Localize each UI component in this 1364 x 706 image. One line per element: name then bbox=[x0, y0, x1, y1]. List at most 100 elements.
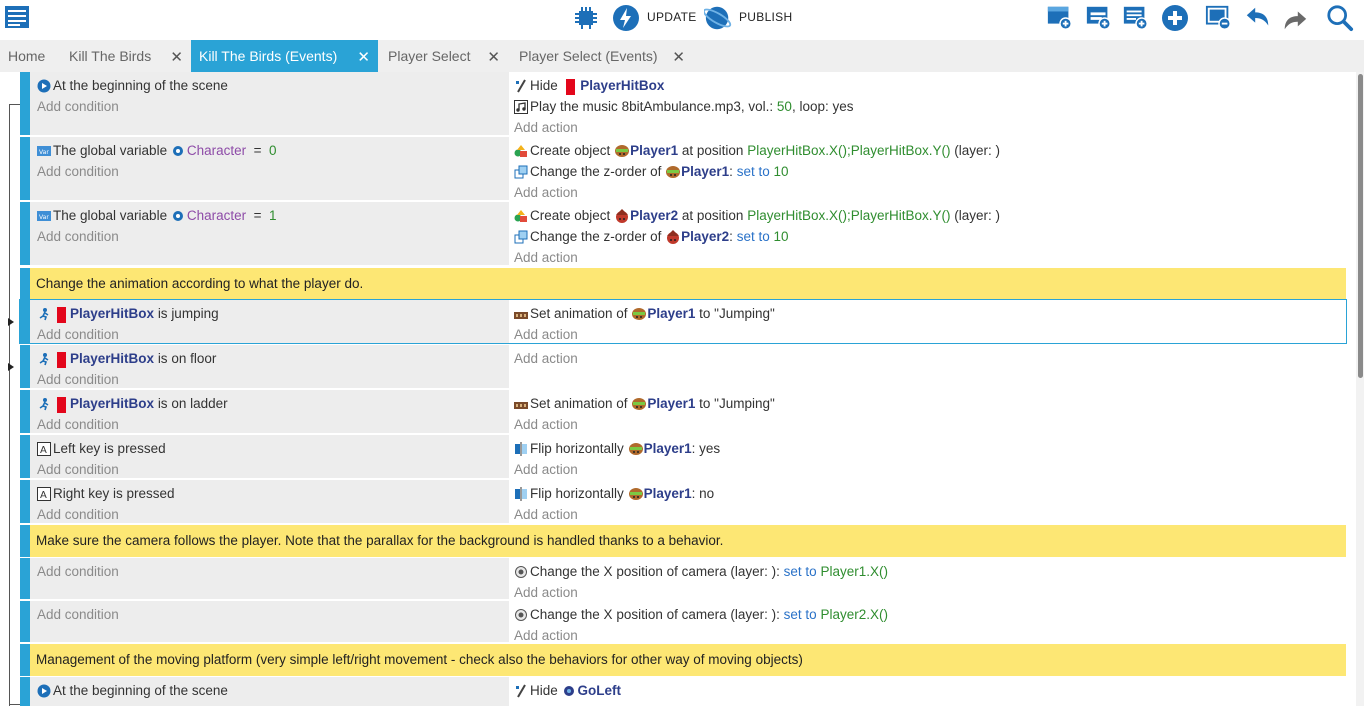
add-condition-button[interactable]: Add condition bbox=[37, 324, 509, 345]
add-condition-button[interactable]: Add condition bbox=[37, 561, 509, 582]
comment-text[interactable]: Make sure the camera follows the player.… bbox=[36, 533, 723, 548]
comment-text[interactable]: Change the animation according to what t… bbox=[36, 276, 363, 291]
add-action-button[interactable]: Add action bbox=[514, 625, 1346, 646]
tab-kill-the-birds[interactable]: Kill The Birds ✕ bbox=[61, 40, 191, 72]
condition[interactable]: At the beginning of the scene bbox=[37, 75, 509, 96]
event-handle[interactable] bbox=[20, 558, 30, 599]
event-row[interactable]: At the beginning of the scene Add condit… bbox=[20, 72, 1346, 135]
add-subevent-icon[interactable] bbox=[1085, 4, 1113, 32]
add-action-button[interactable]: Add action bbox=[514, 504, 1346, 525]
publish-icon[interactable] bbox=[704, 4, 732, 32]
redo-icon[interactable] bbox=[1281, 4, 1309, 32]
add-event-icon[interactable] bbox=[1046, 4, 1074, 32]
event-row[interactable]: Var The global variable Character = 0 Ad… bbox=[20, 137, 1346, 200]
search-icon[interactable] bbox=[1326, 4, 1354, 32]
condition[interactable]: PlayerHitBox is on ladder bbox=[37, 393, 509, 414]
add-action-button[interactable]: Add action bbox=[514, 182, 1346, 203]
action[interactable]: Create object Player1 at position Player… bbox=[514, 140, 1346, 161]
publish-button[interactable]: PUBLISH bbox=[739, 10, 792, 24]
debugger-icon[interactable] bbox=[572, 4, 600, 32]
add-condition-button[interactable]: Add condition bbox=[37, 504, 509, 525]
add-action-button[interactable]: Add action bbox=[514, 324, 1346, 345]
scrollbar-thumb[interactable] bbox=[1358, 74, 1363, 378]
add-condition-button[interactable]: Add condition bbox=[37, 226, 509, 247]
event-row[interactable]: At the beginning of the scene Hide GoLef… bbox=[20, 677, 1346, 706]
close-icon[interactable]: ✕ bbox=[357, 48, 370, 66]
action[interactable]: Hide GoLeft bbox=[514, 680, 1346, 701]
event-row[interactable]: A Left key is pressed Add condition Flip… bbox=[20, 435, 1346, 478]
event-row[interactable]: PlayerHitBox is jumping Add condition Se… bbox=[19, 299, 1347, 345]
close-icon[interactable]: ✕ bbox=[170, 48, 183, 66]
add-condition-button[interactable]: Add condition bbox=[37, 96, 509, 117]
event-handle[interactable] bbox=[20, 480, 30, 523]
event-row[interactable]: PlayerHitBox is on ladder Add condition … bbox=[20, 390, 1346, 433]
comment-row[interactable]: Change the animation according to what t… bbox=[20, 268, 1346, 300]
event-row[interactable]: Var The global variable Character = 1 Ad… bbox=[20, 202, 1346, 265]
action[interactable]: Hide PlayerHitBox bbox=[514, 75, 1346, 96]
delete-selection-icon[interactable] bbox=[1205, 4, 1233, 32]
event-row[interactable]: A Right key is pressed Add condition Fli… bbox=[20, 480, 1346, 523]
tab-kill-the-birds-events[interactable]: Kill The Birds (Events) ✕ bbox=[191, 40, 378, 72]
event-row[interactable]: Add condition Change the X position of c… bbox=[20, 558, 1346, 600]
update-button[interactable]: UPDATE bbox=[647, 10, 697, 24]
action[interactable]: Create object Player2 at position Player… bbox=[514, 205, 1346, 226]
undo-icon[interactable] bbox=[1244, 4, 1272, 32]
action[interactable]: Flip horizontally Player1 : yes bbox=[514, 438, 1346, 459]
tab-player-select[interactable]: Player Select ✕ bbox=[380, 40, 508, 72]
event-handle[interactable] bbox=[20, 601, 30, 642]
add-condition-button[interactable]: Add condition bbox=[37, 459, 509, 480]
event-handle[interactable] bbox=[20, 677, 30, 706]
condition[interactable]: At the beginning of the scene bbox=[37, 680, 509, 701]
add-action-button[interactable]: Add action bbox=[514, 582, 1346, 603]
action[interactable]: Change the z-order of Player1 : set to 1… bbox=[514, 161, 1346, 182]
vertical-scrollbar[interactable] bbox=[1356, 72, 1364, 706]
event-handle[interactable] bbox=[20, 644, 30, 676]
project-manager-icon[interactable] bbox=[4, 4, 32, 32]
add-more-icon[interactable] bbox=[1161, 4, 1189, 32]
event-handle[interactable] bbox=[20, 345, 30, 388]
collapse-arrow-icon[interactable] bbox=[8, 363, 14, 371]
add-condition-button[interactable]: Add condition bbox=[37, 161, 509, 182]
add-comment-icon[interactable] bbox=[1122, 4, 1150, 32]
event-row[interactable]: Add condition Change the X position of c… bbox=[20, 601, 1346, 643]
action[interactable]: Set animation of Player1 to "Jumping" bbox=[514, 393, 1346, 414]
action[interactable]: Flip horizontally Player1 : no bbox=[514, 483, 1346, 504]
event-handle[interactable] bbox=[20, 390, 30, 433]
event-handle[interactable] bbox=[20, 72, 30, 135]
condition[interactable]: Var The global variable Character = 0 bbox=[37, 140, 509, 161]
tab-player-select-events[interactable]: Player Select (Events) ✕ bbox=[511, 40, 693, 72]
add-action-button[interactable]: Add action bbox=[514, 414, 1346, 435]
action[interactable]: Play the music 8bitAmbulance.mp3, vol.: … bbox=[514, 96, 1346, 117]
comment-text[interactable]: Management of the moving platform (very … bbox=[36, 652, 803, 667]
action[interactable]: Change the X position of camera (layer: … bbox=[514, 604, 1346, 625]
add-action-button[interactable]: Add action bbox=[514, 117, 1346, 138]
event-handle[interactable] bbox=[20, 300, 30, 343]
event-handle[interactable] bbox=[20, 525, 30, 557]
close-icon[interactable]: ✕ bbox=[487, 48, 500, 66]
condition[interactable]: PlayerHitBox is on floor bbox=[37, 348, 509, 369]
close-icon[interactable]: ✕ bbox=[672, 48, 685, 66]
condition[interactable]: Var The global variable Character = 1 bbox=[37, 205, 509, 226]
event-handle[interactable] bbox=[20, 202, 30, 265]
event-handle[interactable] bbox=[20, 137, 30, 200]
update-icon[interactable] bbox=[612, 4, 640, 32]
add-condition-button[interactable]: Add condition bbox=[37, 369, 509, 390]
comment-row[interactable]: Management of the moving platform (very … bbox=[20, 644, 1346, 676]
action[interactable]: Change the z-order of Player2 : set to 1… bbox=[514, 226, 1346, 247]
add-condition-button[interactable]: Add condition bbox=[37, 604, 509, 625]
add-action-button[interactable]: Add action bbox=[514, 459, 1346, 480]
condition[interactable]: A Right key is pressed bbox=[37, 483, 509, 504]
add-condition-button[interactable]: Add condition bbox=[37, 414, 509, 435]
event-handle[interactable] bbox=[20, 435, 30, 478]
action[interactable]: Set animation of Player1 to "Jumping" bbox=[514, 303, 1346, 324]
tab-home[interactable]: Home bbox=[0, 40, 61, 72]
event-row[interactable]: PlayerHitBox is on floor Add condition A… bbox=[20, 345, 1346, 388]
condition[interactable]: PlayerHitBox is jumping bbox=[37, 303, 509, 324]
collapse-arrow-icon[interactable] bbox=[8, 318, 14, 326]
condition[interactable]: A Left key is pressed bbox=[37, 438, 509, 459]
add-action-button[interactable]: Add action bbox=[514, 348, 1346, 369]
action[interactable]: Change the X position of camera (layer: … bbox=[514, 561, 1346, 582]
comment-row[interactable]: Make sure the camera follows the player.… bbox=[20, 525, 1346, 557]
add-action-button[interactable]: Add action bbox=[514, 247, 1346, 268]
event-handle[interactable] bbox=[20, 268, 30, 300]
